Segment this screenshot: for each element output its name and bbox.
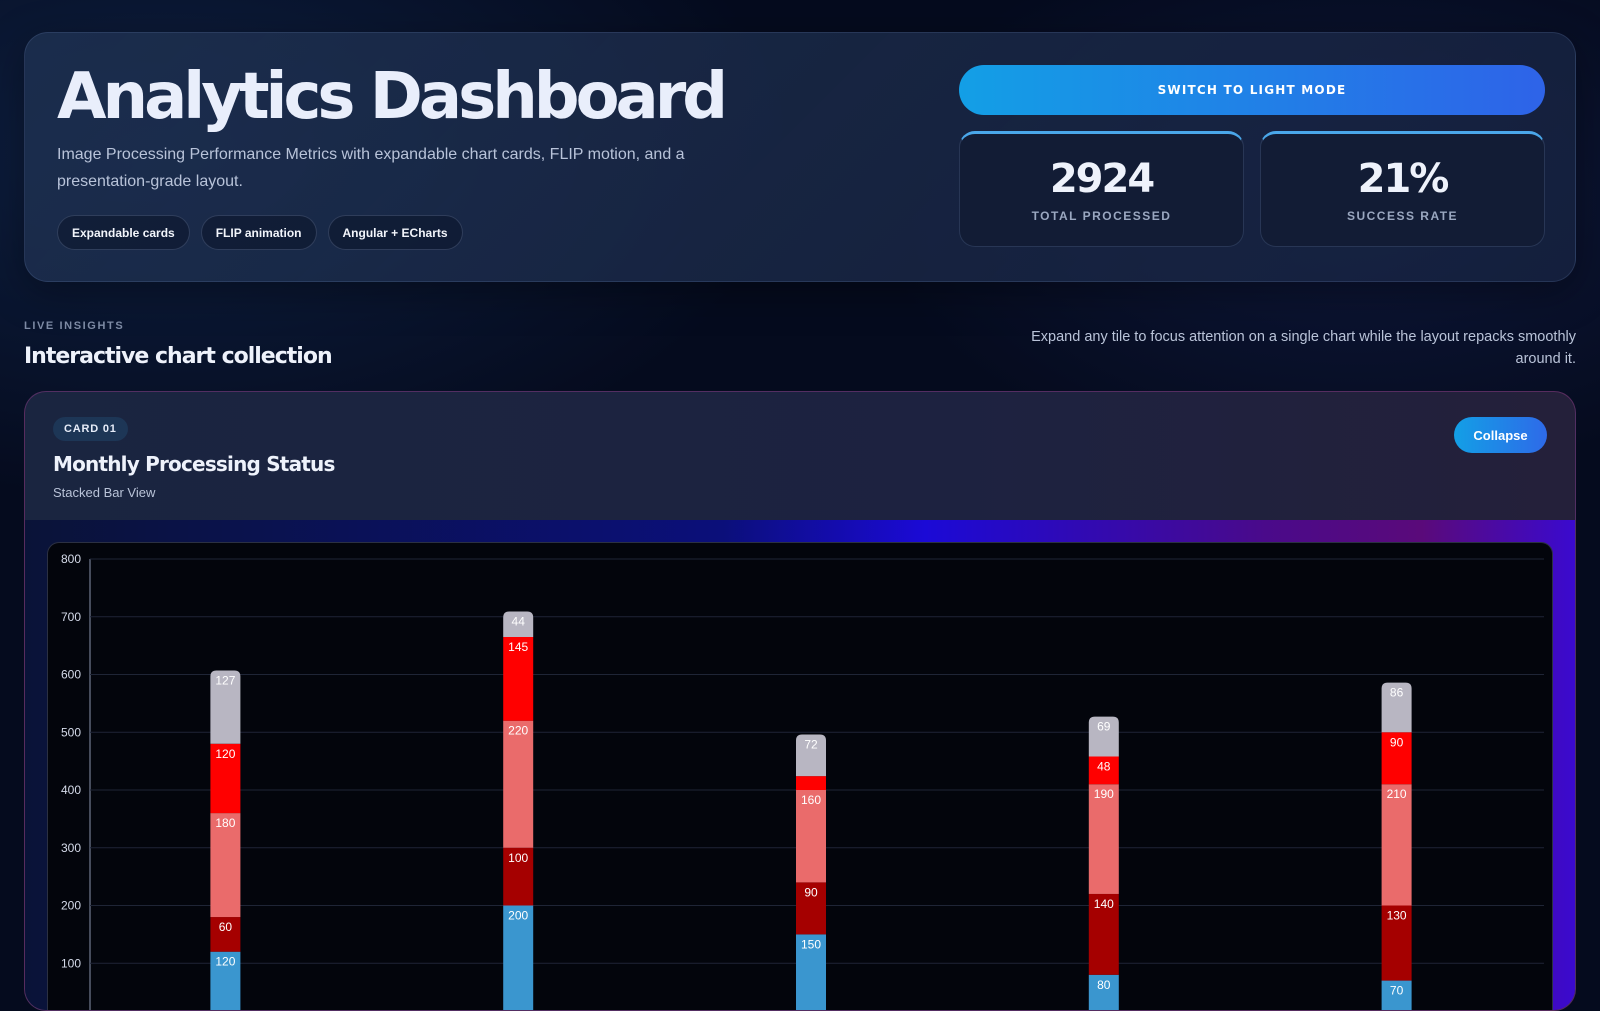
y-tick-label: 500: [61, 725, 81, 739]
y-tick-label: 200: [61, 899, 81, 913]
data-label: 130: [1387, 909, 1407, 923]
data-label: 220: [508, 724, 528, 738]
card-header: CARD 01 Monthly Processing Status Stacke…: [25, 392, 1575, 520]
y-tick-label: 600: [61, 668, 81, 682]
data-label: 90: [804, 885, 818, 899]
card-title: Monthly Processing Status: [53, 452, 335, 476]
data-label: 70: [1390, 984, 1404, 998]
feature-chips: Expandable cards FLIP animation Angular …: [57, 215, 463, 250]
data-label: 60: [219, 920, 233, 934]
data-label: 100: [508, 851, 528, 865]
chip-flip-animation: FLIP animation: [201, 215, 317, 250]
data-label: 86: [1390, 686, 1404, 700]
switch-theme-button[interactable]: SWITCH TO LIGHT MODE: [959, 65, 1545, 115]
card-body: 100 200 300 400 500 600 700 800 120 60 180 120 127 20…: [25, 520, 1576, 1011]
stat-label: SUCCESS RATE: [1347, 209, 1458, 223]
data-label: 120: [215, 747, 235, 761]
data-label: 145: [508, 640, 528, 654]
stat-label: TOTAL PROCESSED: [1032, 209, 1172, 223]
data-label: 140: [1094, 897, 1114, 911]
card-badge: CARD 01: [53, 417, 128, 441]
data-label: 80: [1097, 978, 1111, 992]
data-label: 160: [801, 793, 821, 807]
y-tick-label: 100: [61, 956, 81, 970]
bar-segment[interactable]: [1382, 784, 1412, 905]
data-label: 90: [1390, 735, 1404, 749]
bar-segment[interactable]: [503, 721, 533, 848]
y-tick-label: 400: [61, 783, 81, 797]
page-description: Image Processing Performance Metrics wit…: [57, 141, 747, 195]
data-label: 150: [801, 937, 821, 951]
section-title: Interactive chart collection: [24, 344, 332, 369]
section-eyebrow: LIVE INSIGHTS: [24, 320, 124, 332]
data-label: 200: [508, 909, 528, 923]
data-label: 190: [1094, 787, 1114, 801]
y-tick-label: 300: [61, 841, 81, 855]
collapse-button[interactable]: Collapse: [1454, 417, 1547, 453]
data-label: 127: [215, 673, 235, 687]
chip-expandable-cards: Expandable cards: [57, 215, 190, 250]
data-label: 180: [215, 816, 235, 830]
bar-segment[interactable]: [796, 776, 826, 790]
chip-angular-echarts: Angular + ECharts: [328, 215, 463, 250]
stat-value: 2924: [1050, 157, 1153, 201]
data-label: 69: [1097, 720, 1111, 734]
data-label: 48: [1097, 760, 1111, 774]
chart-card: CARD 01 Monthly Processing Status Stacke…: [24, 391, 1576, 1011]
y-tick-label: 700: [61, 610, 81, 624]
stat-value: 21%: [1358, 157, 1448, 201]
data-label: 120: [215, 955, 235, 969]
page-title: Analytics Dashboard: [57, 59, 724, 135]
hero-panel: Analytics Dashboard Image Processing Per…: [24, 32, 1576, 282]
data-label: 210: [1387, 787, 1407, 801]
card-subtitle: Stacked Bar View: [53, 485, 155, 500]
data-label: 72: [804, 738, 818, 752]
y-tick-label: 800: [61, 552, 81, 566]
stacked-bar-chart: 100 200 300 400 500 600 700 800 120 60 180 120 127 20…: [48, 543, 1553, 1011]
section-note: Expand any tile to focus attention on a …: [1016, 326, 1576, 370]
stat-success-rate: 21% SUCCESS RATE: [1260, 131, 1545, 247]
chart-frame: 100 200 300 400 500 600 700 800 120 60 180 120 127 20…: [47, 542, 1553, 1011]
stat-total-processed: 2924 TOTAL PROCESSED: [959, 131, 1244, 247]
data-label: 44: [512, 615, 526, 629]
